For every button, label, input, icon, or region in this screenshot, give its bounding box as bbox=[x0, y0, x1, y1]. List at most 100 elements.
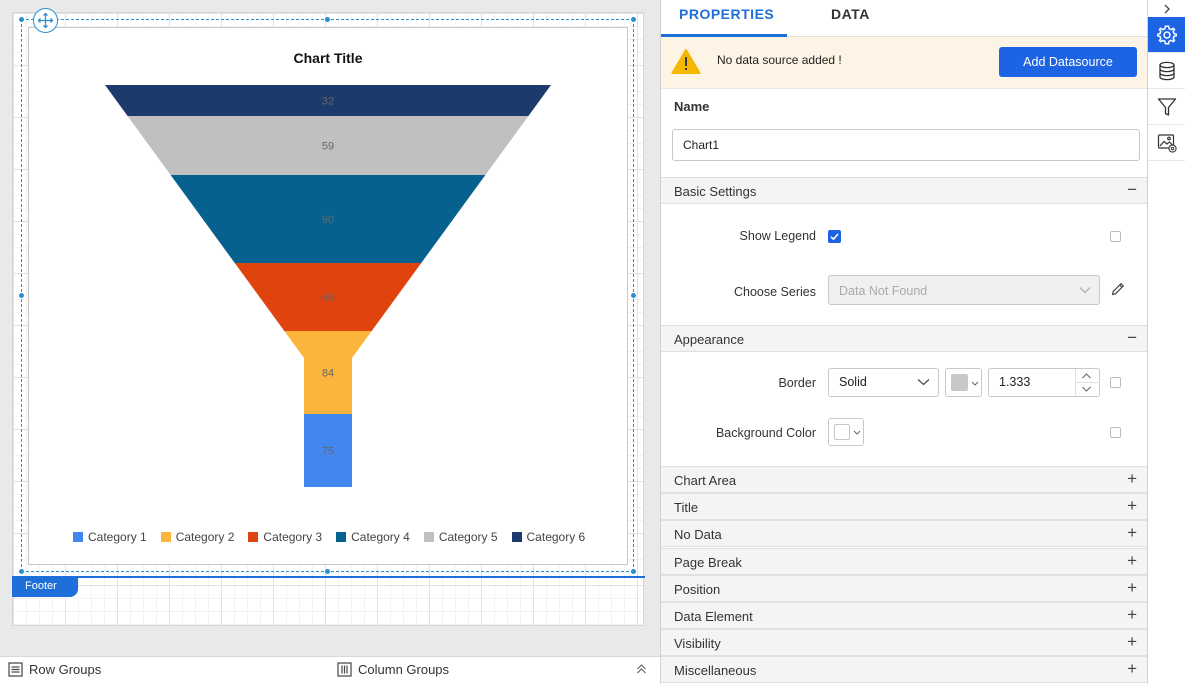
section-title[interactable]: Title + bbox=[661, 493, 1148, 521]
background-color-picker[interactable] bbox=[828, 418, 864, 446]
show-legend-expression-checkbox[interactable] bbox=[1110, 231, 1121, 242]
column-groups-label: Column Groups bbox=[358, 662, 450, 677]
legend-swatch bbox=[160, 532, 171, 542]
chevron-down-icon[interactable] bbox=[1081, 385, 1092, 393]
expand-icon: + bbox=[1127, 523, 1137, 543]
tab-properties[interactable]: PROPERTIES bbox=[679, 6, 774, 22]
background-color-label: Background Color bbox=[715, 426, 816, 440]
section-label: Title bbox=[674, 500, 699, 516]
section-basic-settings[interactable]: Basic Settings − bbox=[661, 177, 1148, 204]
row-groups-icon bbox=[8, 662, 23, 677]
section-page-break[interactable]: Page Break + bbox=[661, 547, 1148, 575]
database-icon bbox=[1158, 61, 1175, 80]
column-groups-button[interactable]: Column Groups bbox=[337, 662, 449, 677]
section-label: Miscellaneous bbox=[674, 663, 757, 679]
collapse-groups-button[interactable] bbox=[636, 663, 647, 675]
show-legend-checkbox[interactable] bbox=[828, 230, 841, 243]
section-no-data[interactable]: No Data + bbox=[661, 520, 1148, 548]
chevron-down-icon bbox=[1079, 287, 1091, 294]
legend-swatch bbox=[511, 532, 522, 542]
expand-panel-button[interactable] bbox=[1148, 0, 1185, 17]
funnel-data-label: 69 bbox=[322, 292, 334, 304]
border-width-stepper[interactable]: 1.333 bbox=[988, 368, 1100, 397]
panel-tabs: PROPERTIES DATA bbox=[661, 0, 1148, 37]
footer-tab[interactable]: Footer bbox=[12, 578, 78, 597]
design-surface: Chart Title 32 59 90 69 84 75 Category 1 Categ… bbox=[0, 0, 660, 656]
expand-icon: + bbox=[1127, 496, 1137, 516]
report-designer: Chart Title 32 59 90 69 84 75 Category 1 Categ… bbox=[0, 0, 1185, 684]
name-field[interactable] bbox=[672, 129, 1140, 161]
legend-item[interactable]: Category 2 bbox=[160, 530, 235, 544]
name-label: Name bbox=[674, 99, 710, 114]
warning-text: No data source added ! bbox=[717, 53, 842, 67]
border-color-swatch bbox=[951, 374, 968, 391]
funnel-data-label: 32 bbox=[322, 96, 334, 108]
section-label: Page Break bbox=[674, 554, 742, 570]
border-color-picker[interactable] bbox=[945, 368, 982, 397]
section-visibility[interactable]: Visibility + bbox=[661, 629, 1148, 657]
legend-swatch bbox=[336, 532, 347, 542]
section-appearance-label: Appearance bbox=[674, 332, 745, 347]
warning-icon bbox=[671, 49, 701, 74]
funnel-chart: 32 59 90 69 84 75 bbox=[105, 85, 551, 487]
properties-panel: PROPERTIES DATA No data source added ! A… bbox=[660, 0, 1148, 684]
data-strip-button[interactable] bbox=[1148, 53, 1185, 89]
collapse-icon: − bbox=[1127, 328, 1137, 347]
legend-label: Category 4 bbox=[351, 530, 410, 544]
legend-item[interactable]: Category 1 bbox=[73, 530, 147, 544]
background-color-swatch bbox=[834, 424, 850, 440]
legend-label: Category 2 bbox=[175, 530, 235, 544]
funnel-data-label: 75 bbox=[322, 446, 334, 458]
panel-icon-strip bbox=[1147, 0, 1185, 684]
section-label: Position bbox=[674, 581, 721, 597]
choose-series-dropdown[interactable]: Data Not Found bbox=[828, 275, 1100, 305]
legend-item[interactable]: Category 3 bbox=[248, 530, 322, 544]
legend-label: Category 3 bbox=[263, 530, 323, 544]
border-style-dropdown[interactable]: Solid bbox=[828, 368, 939, 397]
section-data-element[interactable]: Data Element + bbox=[661, 602, 1148, 629]
gear-icon bbox=[1156, 25, 1177, 44]
image-settings-icon bbox=[1157, 133, 1177, 153]
chevron-down-icon bbox=[853, 430, 861, 435]
groups-bar: Row Groups Column Groups bbox=[0, 656, 660, 684]
legend-item[interactable]: Category 6 bbox=[511, 530, 585, 544]
border-width-value: 1.333 bbox=[999, 375, 1031, 389]
section-label: Data Element bbox=[674, 609, 753, 624]
show-legend-label: Show Legend bbox=[739, 229, 816, 243]
footer-divider bbox=[12, 576, 645, 578]
section-label: Chart Area bbox=[674, 473, 737, 488]
edit-series-icon[interactable] bbox=[1110, 281, 1126, 297]
row-groups-button[interactable]: Row Groups bbox=[8, 662, 101, 677]
background-color-expression-checkbox[interactable] bbox=[1110, 427, 1121, 438]
section-chart-area[interactable]: Chart Area + bbox=[661, 466, 1148, 493]
expand-icon: + bbox=[1127, 605, 1137, 624]
section-label: No Data bbox=[674, 527, 722, 543]
expand-icon: + bbox=[1127, 550, 1137, 570]
legend-label: Category 1 bbox=[88, 530, 147, 544]
legend-swatch bbox=[423, 532, 434, 542]
add-datasource-button[interactable]: Add Datasource bbox=[999, 47, 1137, 77]
choose-series-label: Choose Series bbox=[734, 285, 816, 299]
checkmark-icon bbox=[830, 233, 839, 241]
image-settings-strip-button[interactable] bbox=[1148, 125, 1185, 161]
properties-strip-button[interactable] bbox=[1148, 17, 1185, 53]
tab-data[interactable]: DATA bbox=[831, 6, 870, 22]
section-miscellaneous[interactable]: Miscellaneous + bbox=[661, 656, 1148, 684]
funnel-data-label: 59 bbox=[322, 141, 334, 153]
legend-item[interactable]: Category 4 bbox=[336, 530, 410, 544]
chevron-up-icon[interactable] bbox=[1081, 372, 1092, 380]
section-position[interactable]: Position + bbox=[661, 574, 1148, 602]
chevron-right-icon bbox=[1164, 4, 1170, 13]
border-label: Border bbox=[778, 376, 816, 390]
double-chevron-up-icon bbox=[637, 664, 646, 674]
border-style-value: Solid bbox=[839, 375, 867, 389]
collapse-icon: − bbox=[1127, 180, 1137, 199]
chart-legend: Category 1 Category 2 Category 3 Category 4… bbox=[73, 528, 585, 546]
filter-strip-button[interactable] bbox=[1148, 89, 1185, 125]
row-groups-label: Row Groups bbox=[29, 662, 102, 677]
choose-series-value: Data Not Found bbox=[839, 284, 928, 298]
legend-item[interactable]: Category 5 bbox=[423, 530, 498, 544]
section-appearance[interactable]: Appearance − bbox=[661, 325, 1148, 352]
funnel-data-label: 84 bbox=[322, 368, 334, 380]
border-expression-checkbox[interactable] bbox=[1110, 377, 1121, 388]
